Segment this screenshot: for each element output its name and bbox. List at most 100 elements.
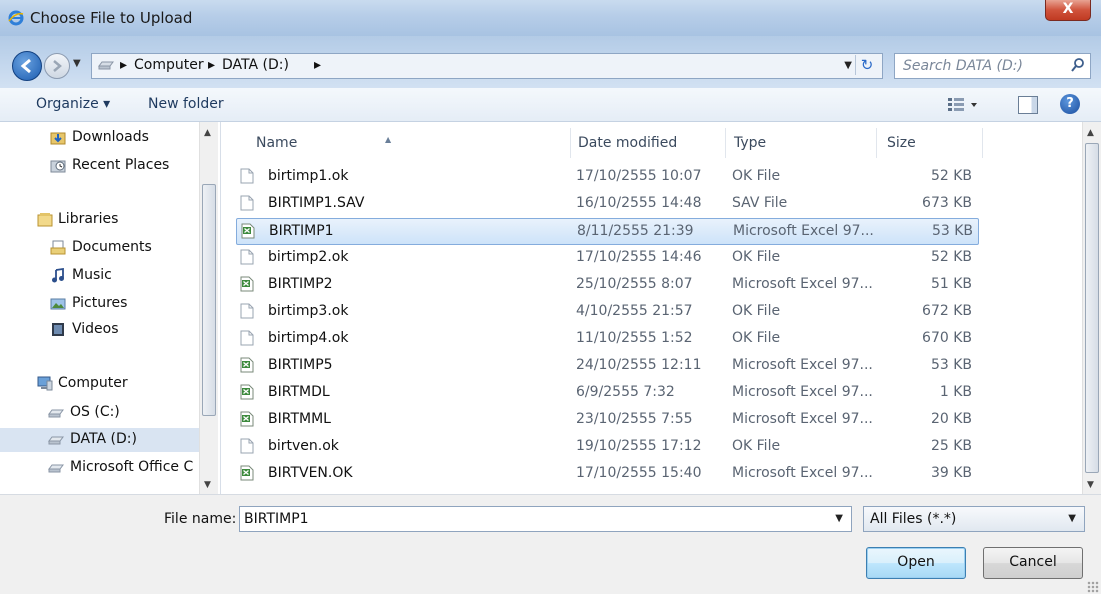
- file-row[interactable]: BIRTIMP1.SAV 16/10/2555 14:48 SAV File 673 …: [236, 191, 977, 216]
- crumb-separator-icon[interactable]: ▸: [120, 57, 127, 73]
- file-name-cell: BIRTIMP1.SAV: [268, 195, 365, 211]
- file-name-chevron-down-icon[interactable]: ▼: [835, 513, 843, 524]
- breadcrumb-computer[interactable]: Computer: [134, 57, 204, 73]
- file-type-cell: Microsoft Excel 97...: [732, 276, 873, 292]
- file-row[interactable]: BIRTVEN.OK 17/10/2555 15:40 Microsoft Exce…: [236, 461, 977, 486]
- new-folder-button[interactable]: New folder: [148, 96, 224, 112]
- nav-pane-scrollbar[interactable]: ▲ ▼: [199, 122, 218, 494]
- file-row[interactable]: birtimp3.ok 4/10/2555 21:57 OK File 672 KB: [236, 299, 977, 324]
- column-header-size[interactable]: Size: [877, 122, 977, 164]
- window-title: Choose File to Upload: [30, 9, 193, 27]
- command-toolbar: Organize ▾ New folder ?: [0, 88, 1101, 122]
- file-row[interactable]: birtven.ok 19/10/2555 17:12 OK File 25 KB: [236, 434, 977, 459]
- date-modified-cell: 17/10/2555 15:40: [576, 465, 702, 481]
- nav-item-libraries[interactable]: Libraries: [0, 208, 200, 232]
- file-list-scrollbar[interactable]: ▲ ▼: [1082, 122, 1101, 494]
- preview-pane-icon[interactable]: [1018, 96, 1038, 114]
- crumb-separator-icon[interactable]: ▸: [314, 57, 321, 73]
- scroll-up-icon[interactable]: ▲: [204, 128, 211, 138]
- forward-button[interactable]: [44, 53, 70, 79]
- column-header-label: Size: [887, 135, 916, 151]
- change-view-icon[interactable]: [948, 96, 978, 114]
- file-type-select[interactable]: All Files (*.*) ▼: [863, 506, 1085, 532]
- nav-item-documents[interactable]: Documents: [0, 236, 200, 260]
- file-row[interactable]: BIRTIMP2 25/10/2555 8:07 Microsoft Excel 9…: [236, 272, 977, 297]
- file-type-cell: SAV File: [732, 195, 788, 211]
- column-header-type[interactable]: Type: [726, 122, 876, 164]
- file-name-input[interactable]: BIRTIMP1 ▼: [239, 506, 852, 532]
- column-header-name[interactable]: ▲ Name: [236, 122, 572, 164]
- file-row[interactable]: birtimp2.ok 17/10/2555 14:46 OK File 52 KB: [236, 245, 977, 270]
- file-row[interactable]: birtimp1.ok 17/10/2555 10:07 OK File 52 KB: [236, 164, 977, 189]
- file-size-cell: 1 KB: [939, 384, 972, 400]
- file-row[interactable]: BIRTMDL 6/9/2555 7:32 Microsoft Excel 97..…: [236, 380, 977, 405]
- open-button[interactable]: Open: [866, 547, 966, 579]
- file-list: ▲ Name Date modified Type Size birtimp1.…: [221, 122, 1101, 494]
- libraries-icon: [37, 213, 53, 227]
- file-row[interactable]: BIRTIMP1 8/11/2555 21:39 Microsoft Excel 9…: [236, 218, 979, 245]
- file-scroll-thumb[interactable]: [1085, 143, 1099, 473]
- help-icon[interactable]: ?: [1060, 94, 1080, 114]
- close-button[interactable]: X: [1045, 0, 1091, 21]
- file-size-cell: 673 KB: [922, 195, 972, 211]
- recent-pages-chevron-down-icon[interactable]: ▼: [73, 58, 81, 69]
- file-upload-dialog: Choose File to Upload X ▼ ▸ Computer ▸ D…: [0, 0, 1101, 594]
- pictures-icon: [50, 298, 66, 310]
- nav-item-videos[interactable]: Videos: [0, 318, 200, 342]
- file-size-cell: 51 KB: [930, 276, 972, 292]
- crumb-separator-icon[interactable]: ▸: [208, 57, 215, 73]
- address-bar[interactable]: ▸ Computer ▸ DATA (D:) ▸ ▼ ↻: [91, 53, 883, 79]
- nav-item-label: Videos: [72, 321, 119, 337]
- search-icon[interactable]: [1070, 57, 1086, 73]
- nav-item-label: OS (C:): [70, 404, 120, 420]
- nav-scroll-thumb[interactable]: [202, 184, 216, 416]
- nav-item-recent-places[interactable]: Recent Places: [0, 154, 200, 178]
- search-input[interactable]: Search DATA (D:): [894, 53, 1091, 79]
- file-name-cell: BIRTMDL: [268, 384, 330, 400]
- date-modified-cell: 4/10/2555 21:57: [576, 303, 693, 319]
- file-type-value: All Files (*.*): [870, 511, 957, 527]
- file-name-cell: birtven.ok: [268, 438, 339, 454]
- organize-button[interactable]: Organize ▾: [36, 96, 110, 112]
- column-divider[interactable]: [982, 128, 983, 158]
- file-row[interactable]: birtimp4.ok 11/10/2555 1:52 OK File 670 KB: [236, 326, 977, 351]
- nav-item-label: Documents: [72, 239, 152, 255]
- dialog-footer: File name: BIRTIMP1 ▼ All Files (*.*) ▼ …: [0, 494, 1101, 594]
- scroll-down-icon[interactable]: ▼: [204, 480, 211, 490]
- address-history-chevron-down-icon[interactable]: ▼: [844, 60, 852, 71]
- resize-grip-icon[interactable]: [1087, 581, 1099, 593]
- nav-item-computer[interactable]: Computer: [0, 372, 200, 396]
- refresh-icon[interactable]: ↻: [855, 55, 878, 75]
- file-name-value: BIRTIMP1: [244, 511, 309, 527]
- file-type-cell: Microsoft Excel 97...: [732, 465, 873, 481]
- file-row[interactable]: BIRTIMP5 24/10/2555 12:11 Microsoft Excel …: [236, 353, 977, 378]
- file-type-chevron-down-icon[interactable]: ▼: [1068, 513, 1076, 524]
- nav-item-os-drive[interactable]: OS (C:): [0, 401, 200, 425]
- breadcrumb-data-drive[interactable]: DATA (D:): [222, 57, 289, 73]
- nav-item-microsoft-office-drive[interactable]: Microsoft Office C: [0, 456, 200, 480]
- file-name-label: File name:: [164, 511, 237, 527]
- nav-item-data-drive[interactable]: DATA (D:): [0, 428, 200, 452]
- file-name-cell: birtimp2.ok: [268, 249, 349, 265]
- nav-item-music[interactable]: Music: [0, 264, 200, 288]
- address-bar-row: ▼ ▸ Computer ▸ DATA (D:) ▸ ▼ ↻ Search DA…: [0, 36, 1101, 88]
- navigation-pane: Downloads Recent Places Libraries Docume…: [0, 122, 221, 494]
- internet-explorer-icon: [8, 10, 24, 26]
- nav-item-pictures[interactable]: Pictures: [0, 292, 200, 316]
- file-name-cell: BIRTMML: [268, 411, 331, 427]
- recent-places-icon: [50, 160, 66, 173]
- file-row[interactable]: BIRTMML 23/10/2555 7:55 Microsoft Excel 97…: [236, 407, 977, 432]
- file-type-cell: Microsoft Excel 97...: [733, 223, 874, 239]
- nav-item-label: Microsoft Office C: [70, 459, 194, 475]
- scroll-up-icon[interactable]: ▲: [1087, 128, 1094, 138]
- file-size-cell: 53 KB: [931, 223, 973, 239]
- back-button[interactable]: [12, 51, 42, 81]
- column-header-date[interactable]: Date modified: [571, 122, 726, 164]
- nav-item-downloads[interactable]: Downloads: [0, 126, 200, 150]
- scroll-down-icon[interactable]: ▼: [1087, 480, 1094, 490]
- music-icon: [52, 268, 64, 283]
- date-modified-cell: 6/9/2555 7:32: [576, 384, 675, 400]
- file-type-cell: OK File: [732, 249, 781, 265]
- videos-icon: [52, 323, 64, 336]
- cancel-button[interactable]: Cancel: [983, 547, 1083, 579]
